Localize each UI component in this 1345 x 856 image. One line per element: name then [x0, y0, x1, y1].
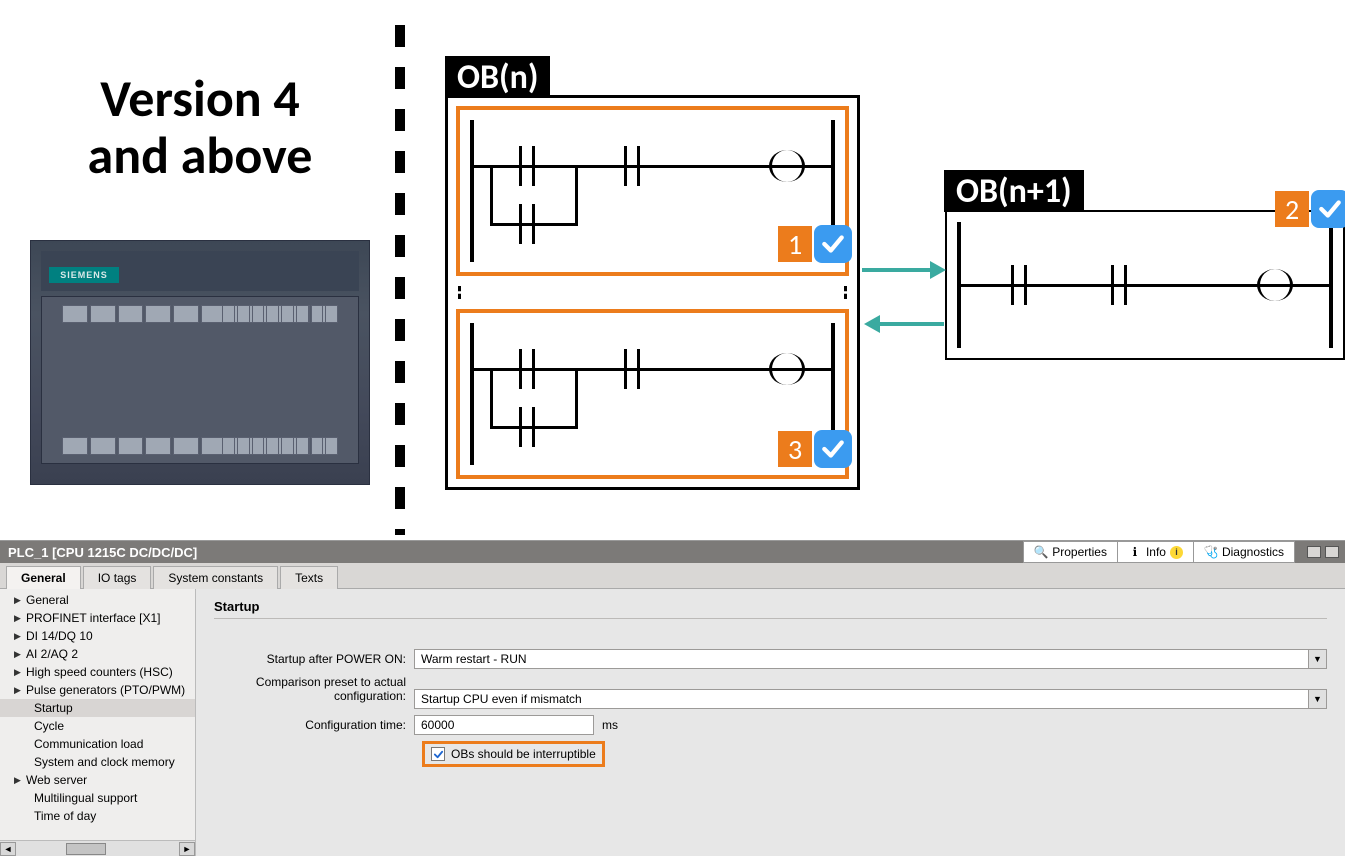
scroll-left-icon[interactable]: ◄ [0, 842, 16, 856]
nav-item[interactable]: Cycle [0, 717, 195, 735]
properties-panel: PLC_1 [CPU 1215C DC/DC/DC] 🔍 Properties … [0, 540, 1345, 856]
expand-triangle-icon: ▶ [14, 613, 22, 624]
nav-item-label: Startup [34, 701, 73, 715]
nav-item[interactable]: ▶ Web server [0, 771, 195, 789]
ob-n-header: OB(n) [445, 56, 550, 98]
diagram-area: Version 4 and above SIEMENS OB(n) [0, 0, 1345, 540]
vertical-separator [395, 25, 405, 535]
expand-triangle-icon: ▶ [14, 685, 22, 696]
nav-item[interactable]: Multilingual support [0, 789, 195, 807]
header-tabs: 🔍 Properties ℹ Info i 🩺 Diagnostics [1023, 541, 1295, 563]
config-time-label: Configuration time: [214, 718, 414, 732]
nav-item-label: Web server [26, 773, 87, 787]
nav-item-label: High speed counters (HSC) [26, 665, 173, 679]
config-time-input[interactable]: 60000 [414, 715, 594, 735]
chevron-down-icon[interactable]: ▼ [1308, 650, 1326, 668]
startup-form: Startup Startup after POWER ON: Warm res… [196, 589, 1345, 856]
expand-triangle-icon: ▶ [14, 667, 22, 678]
tab-properties[interactable]: 🔍 Properties [1023, 541, 1118, 563]
nav-item[interactable]: System and clock memory [0, 753, 195, 771]
ob-n-plus-1-block: OB(n+1) [945, 210, 1345, 360]
step-badge-1: 1 [778, 225, 852, 263]
tab-diagnostics[interactable]: 🩺 Diagnostics [1194, 541, 1295, 563]
device-title: PLC_1 [CPU 1215C DC/DC/DC] [8, 545, 197, 560]
obs-interruptible-row[interactable]: OBs should be interruptible [422, 741, 605, 767]
minimize-icon[interactable] [1307, 546, 1321, 558]
nav-item[interactable]: ▶ AI 2/AQ 2 [0, 645, 195, 663]
config-time-unit: ms [602, 718, 618, 732]
inner-tabs: General IO tags System constants Texts [0, 563, 1345, 589]
version-line-1: Version 4 [30, 70, 370, 127]
nav-item[interactable]: ▶ DI 14/DQ 10 [0, 627, 195, 645]
nav-item[interactable]: ▶ Pulse generators (PTO/PWM) [0, 681, 195, 699]
expand-triangle-icon: ▶ [14, 595, 22, 606]
horizontal-scrollbar[interactable]: ◄ ► [0, 840, 195, 856]
nav-tree[interactable]: ▶ General ▶ PROFINET interface [X1] ▶ DI 14/D… [0, 589, 196, 856]
comparison-label: Comparison preset to actual configuratio… [214, 675, 414, 704]
tab-info[interactable]: ℹ Info i [1118, 541, 1194, 563]
step-number: 3 [778, 431, 812, 467]
nav-item[interactable]: Startup [0, 699, 195, 717]
nav-item[interactable]: Time of day [0, 807, 195, 825]
nav-item-label: Cycle [34, 719, 64, 733]
obs-interruptible-checkbox[interactable] [431, 747, 445, 761]
nav-item-label: DI 14/DQ 10 [26, 629, 93, 643]
inner-tab-texts[interactable]: Texts [280, 566, 338, 589]
arrow-left-icon [878, 322, 944, 326]
check-icon [814, 225, 852, 263]
section-title: Startup [214, 599, 1327, 614]
properties-icon: 🔍 [1034, 545, 1048, 559]
chevron-down-icon[interactable]: ▼ [1308, 690, 1326, 708]
plc-hardware-image: SIEMENS [30, 240, 370, 485]
nav-item[interactable]: ▶ General [0, 591, 195, 609]
check-icon [1311, 190, 1345, 228]
nav-item-label: Pulse generators (PTO/PWM) [26, 683, 185, 697]
nav-item[interactable]: ▶ High speed counters (HSC) [0, 663, 195, 681]
info-icon: ℹ [1128, 545, 1142, 559]
step-number: 2 [1275, 191, 1309, 227]
nav-item-label: Multilingual support [34, 791, 137, 805]
nav-item-label: PROFINET interface [X1] [26, 611, 161, 625]
nav-item-label: General [26, 593, 69, 607]
expand-triangle-icon: ▶ [14, 631, 22, 642]
startup-after-label: Startup after POWER ON: [214, 652, 414, 666]
nav-item-label: Communication load [34, 737, 143, 751]
nav-item-label: AI 2/AQ 2 [26, 647, 78, 661]
ob-n1-header: OB(n+1) [944, 170, 1084, 212]
diagnostics-icon: 🩺 [1204, 545, 1218, 559]
restore-icon[interactable] [1325, 546, 1339, 558]
info-badge-icon: i [1170, 546, 1183, 559]
nav-item[interactable]: Communication load [0, 735, 195, 753]
version-label: Version 4 and above [30, 70, 370, 184]
expand-triangle-icon: ▶ [14, 649, 22, 660]
step-badge-3: 3 [778, 430, 852, 468]
obs-interruptible-label: OBs should be interruptible [451, 747, 596, 761]
scroll-right-icon[interactable]: ► [179, 842, 195, 856]
inner-tab-system-constants[interactable]: System constants [153, 566, 278, 589]
arrow-right-icon [862, 268, 932, 272]
comparison-dropdown[interactable]: Startup CPU even if mismatch ▼ [414, 689, 1327, 709]
startup-after-dropdown[interactable]: Warm restart - RUN ▼ [414, 649, 1327, 669]
step-badge-2: 2 [1275, 190, 1345, 228]
nav-item-label: Time of day [34, 809, 96, 823]
nav-item[interactable]: ▶ PROFINET interface [X1] [0, 609, 195, 627]
step-number: 1 [778, 226, 812, 262]
inner-tab-io-tags[interactable]: IO tags [83, 566, 152, 589]
plc-brand-badge: SIEMENS [49, 267, 119, 283]
properties-header: PLC_1 [CPU 1215C DC/DC/DC] 🔍 Properties … [0, 541, 1345, 563]
nav-item-label: System and clock memory [34, 755, 175, 769]
version-line-2: and above [30, 127, 370, 184]
expand-triangle-icon: ▶ [14, 775, 22, 786]
check-icon [814, 430, 852, 468]
inner-tab-general[interactable]: General [6, 566, 81, 589]
scroll-thumb[interactable] [66, 843, 106, 855]
